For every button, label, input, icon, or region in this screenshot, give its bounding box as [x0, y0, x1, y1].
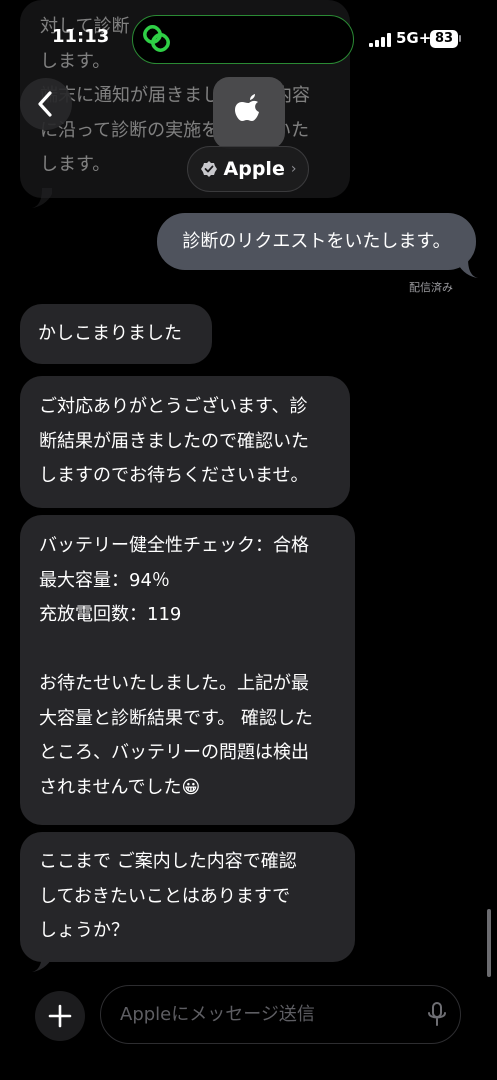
battery-level: 83: [434, 31, 454, 46]
message-bubble-received[interactable]: ここまで ご案内した内容で確認 しておきたいことはありますで しょうか？: [20, 832, 355, 962]
message-bubble-received[interactable]: かしこまりました: [20, 304, 212, 364]
plus-icon: [48, 1004, 72, 1028]
message-text: ご対応ありがとうございます、診 断結果が届きましたので確認いた しますのでお待ち…: [39, 396, 309, 486]
contact-name: Apple: [223, 158, 285, 180]
message-bubble-received[interactable]: バッテリー健全性チェック：合格 最大容量：94％ 充放電回数：119 お待たせい…: [20, 515, 355, 825]
bubble-tail: [32, 952, 52, 972]
bubble-tail: [458, 258, 478, 278]
message-input[interactable]: Appleにメッセージ送信: [100, 985, 461, 1044]
message-text: かしこまりました: [38, 323, 182, 344]
back-button[interactable]: [20, 78, 72, 130]
status-time: 11:13: [52, 26, 110, 47]
linked-rings-icon: [143, 25, 170, 52]
scrollbar[interactable]: [487, 909, 491, 977]
signal-icon: [369, 33, 391, 47]
delivered-label: 配信済み: [409, 281, 453, 294]
apple-logo-icon: [235, 94, 259, 121]
dynamic-island[interactable]: [132, 15, 354, 64]
battery-cap: [459, 35, 461, 42]
verified-badge-icon: [200, 161, 217, 177]
network-label: 5G+: [396, 29, 432, 47]
message-input-placeholder: Appleにメッセージ送信: [120, 1004, 315, 1025]
contact-name-pill[interactable]: Apple ›: [187, 146, 309, 192]
message-bubble-sent[interactable]: 診断のリクエストをいたします。: [157, 213, 476, 270]
microphone-icon[interactable]: [425, 1001, 449, 1029]
chevron-right-icon: ›: [290, 161, 297, 177]
battery-indicator: 83: [430, 30, 458, 48]
message-text: 診断のリクエストをいたします。: [182, 231, 451, 252]
bubble-tail: [32, 188, 52, 208]
message-text: ここまで ご案内した内容で確認 しておきたいことはありますで しょうか？: [39, 851, 297, 941]
add-attachment-button[interactable]: [35, 991, 85, 1041]
message-text: バッテリー健全性チェック：合格 最大容量：94％ 充放電回数：119 お待たせい…: [39, 535, 313, 798]
message-bubble-received[interactable]: ご対応ありがとうございます、診 断結果が届きましたので確認いた しますのでお待ち…: [20, 376, 350, 508]
contact-avatar[interactable]: [213, 77, 285, 149]
chevron-left-icon: [38, 91, 52, 117]
